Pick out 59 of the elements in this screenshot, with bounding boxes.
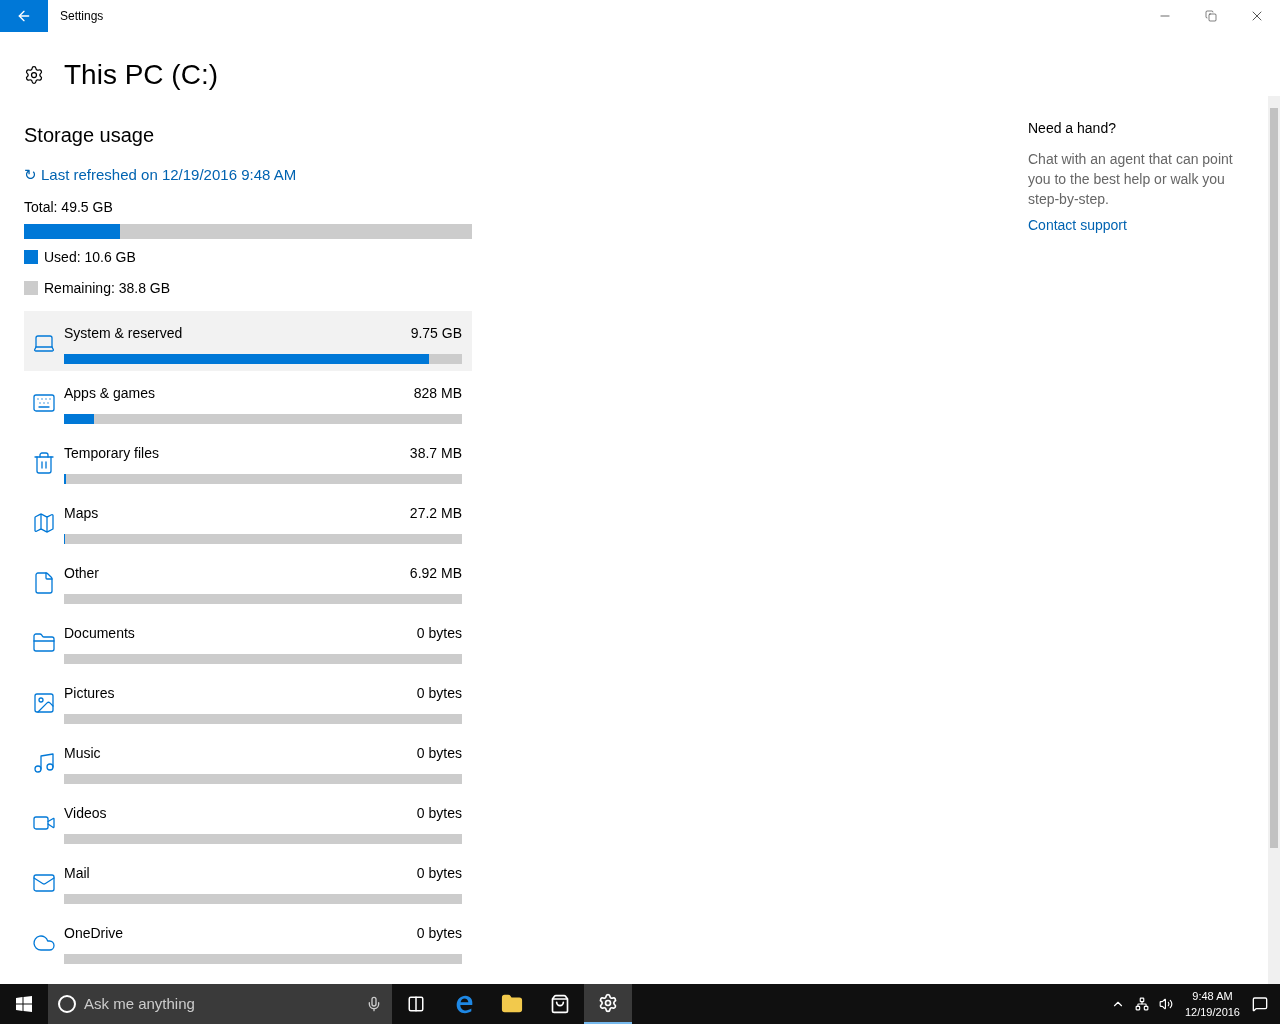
trash-icon xyxy=(32,450,56,475)
window-title: Settings xyxy=(60,8,104,25)
clock-time[interactable]: 9:48 AM xyxy=(1192,988,1233,1004)
page-title: This PC (C:) xyxy=(64,58,218,92)
refresh-link[interactable]: ↻ Last refreshed on 12/19/2016 9:48 AM xyxy=(24,164,472,187)
file-icon xyxy=(32,570,56,595)
back-arrow-icon xyxy=(16,8,32,24)
scrollbar[interactable] xyxy=(1268,96,1280,984)
search-input[interactable]: Ask me anything xyxy=(84,992,358,1016)
volume-icon[interactable] xyxy=(1158,997,1173,1011)
category-name: Music xyxy=(64,743,101,763)
category-size: 0 bytes xyxy=(416,623,462,643)
section-heading: Storage usage xyxy=(24,123,156,148)
settings-icon xyxy=(598,993,618,1013)
back-button[interactable] xyxy=(0,0,48,32)
shopping-bag-icon xyxy=(550,994,570,1014)
category-name: Maps xyxy=(64,503,99,523)
category-size: 9.75 GB xyxy=(410,323,462,343)
settings-taskbar-button[interactable] xyxy=(584,984,632,1024)
category-size: 6.92 MB xyxy=(409,563,462,583)
category-name: Videos xyxy=(64,803,107,823)
category-name: Other xyxy=(64,563,99,583)
category-size: 0 bytes xyxy=(416,923,462,943)
microphone-icon xyxy=(366,996,382,1012)
storage-category[interactable]: System & reserved 9.75 GB xyxy=(24,310,472,371)
picture-icon xyxy=(32,690,56,715)
remaining-label: Remaining: 38.8 GB xyxy=(44,278,171,298)
remaining-swatch xyxy=(24,281,38,295)
settings-icon xyxy=(24,65,44,85)
category-size: 828 MB xyxy=(413,383,462,403)
folder-icon xyxy=(501,993,523,1015)
task-view-icon xyxy=(407,995,425,1013)
total-label: Total: 49.5 GB xyxy=(24,197,114,217)
music-note-icon xyxy=(32,750,56,775)
used-label: Used: 10.6 GB xyxy=(44,247,136,267)
used-swatch xyxy=(24,250,38,264)
category-size: 27.2 MB xyxy=(409,503,462,523)
contact-support-link[interactable]: Contact support xyxy=(1028,215,1268,236)
category-name: Temporary files xyxy=(64,443,159,463)
windows-logo-icon xyxy=(16,996,32,1012)
category-name: Apps & games xyxy=(64,383,156,403)
restore-icon xyxy=(1205,10,1217,22)
folder-icon xyxy=(32,630,56,655)
category-name: Documents xyxy=(64,623,135,643)
category-size: 0 bytes xyxy=(416,863,462,883)
category-size: 0 bytes xyxy=(416,743,462,763)
category-size: 0 bytes xyxy=(416,803,462,823)
network-icon[interactable] xyxy=(1134,997,1149,1011)
notification-icon[interactable] xyxy=(1252,996,1268,1012)
help-text: Chat with an agent that can point you to the best help or walk you step-by-step. xyxy=(1028,150,1234,209)
category-size: 0 bytes xyxy=(416,683,462,703)
category-name: Mail xyxy=(64,863,90,883)
category-name: Pictures xyxy=(64,683,115,703)
search-field[interactable]: Ask me anything xyxy=(48,984,392,1024)
clock-date[interactable]: 12/19/2016 xyxy=(1184,1004,1240,1020)
category-size: 38.7 MB xyxy=(409,443,462,463)
category-name: System & reserved xyxy=(64,323,183,343)
help-heading: Need a hand? xyxy=(1028,119,1117,138)
category-name: OneDrive xyxy=(64,923,124,943)
